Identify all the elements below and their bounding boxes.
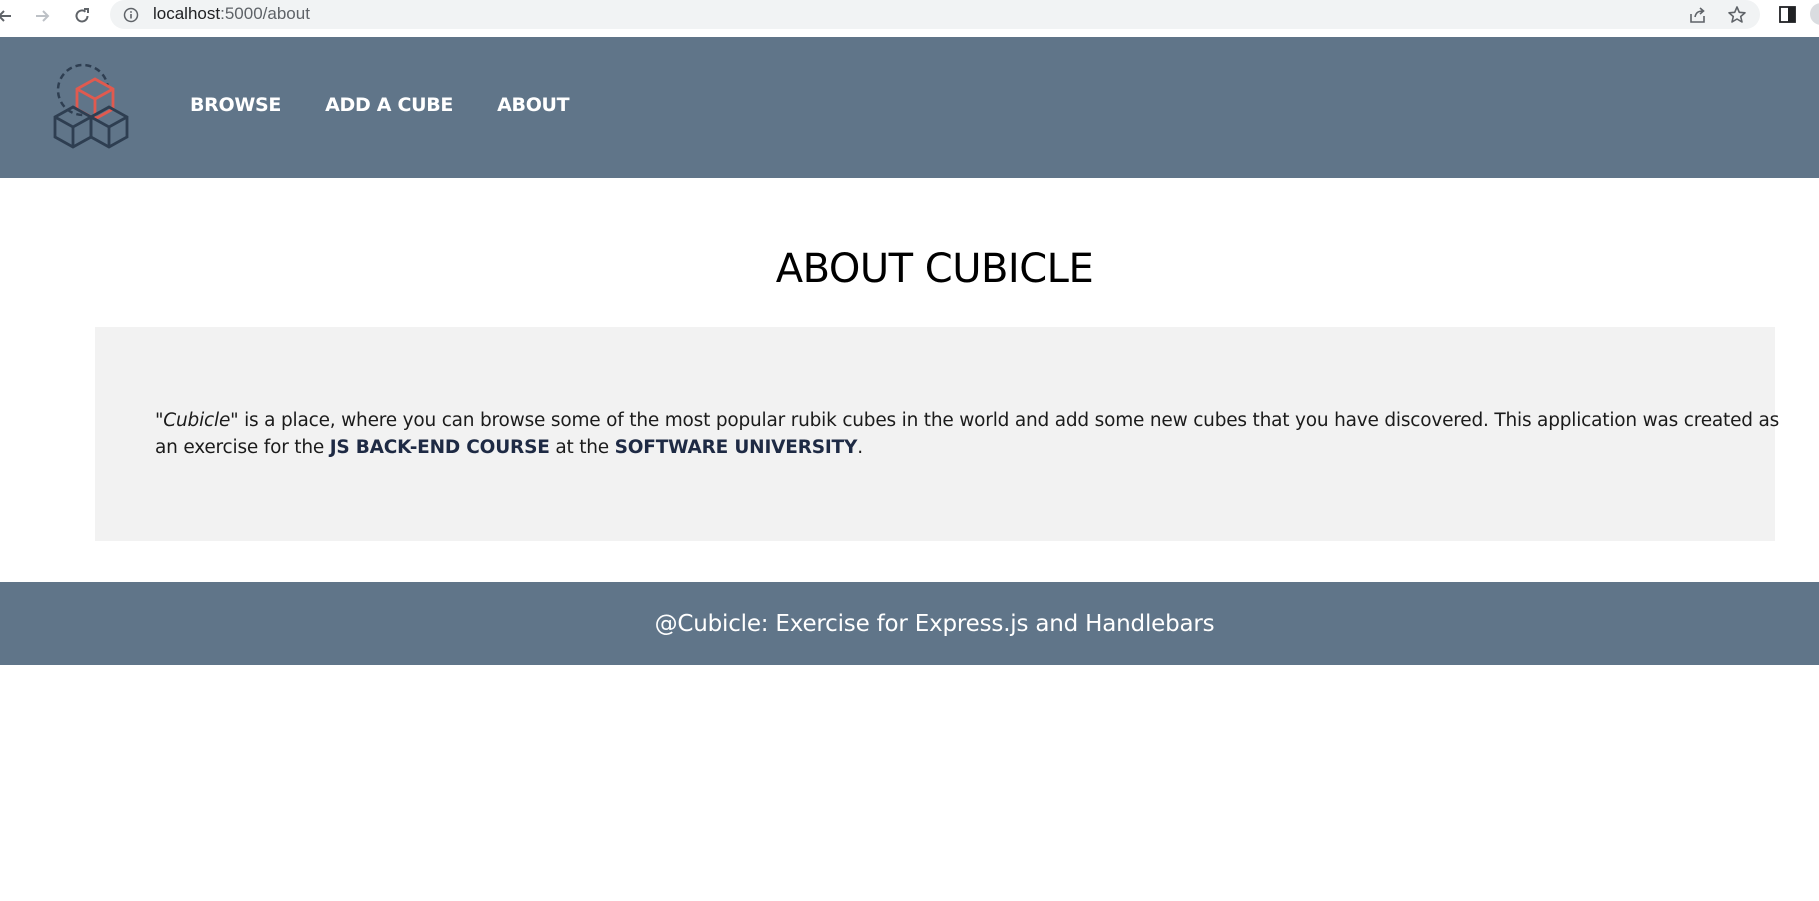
star-icon[interactable] [1726,4,1748,26]
about-content-box: "Cubicle" is a place, where you can brow… [95,327,1779,541]
footer-text: @Cubicle: Exercise for Express.js and Ha… [654,610,1215,637]
url-host: localhost [153,4,221,23]
info-icon[interactable] [123,7,139,23]
site-footer: @Cubicle: Exercise for Express.js and Ha… [0,582,1819,665]
university-name: SOFTWARE UNIVERSITY [614,437,858,458]
share-icon[interactable] [1687,4,1709,26]
url-path: :5000/about [220,4,310,23]
site-header: BROWSE ADD A CUBE ABOUT [0,37,1819,178]
side-panel-icon[interactable] [1777,4,1799,26]
nav-link-browse[interactable]: BROWSE [190,94,281,116]
nav-link-about[interactable]: ABOUT [497,94,570,116]
forward-button[interactable] [27,1,57,31]
page-title: ABOUT CUBICLE [775,246,1094,292]
browser-toolbar: localhost:5000/about [0,0,1819,32]
forward-arrow-icon [36,10,50,22]
nav-link-add-a-cube[interactable]: ADD A CUBE [325,94,453,116]
course-name: JS BACK-END COURSE [329,437,550,458]
reload-button[interactable] [67,1,97,31]
cubicle-logo-icon[interactable] [53,63,137,149]
profile-avatar[interactable] [1810,3,1819,25]
main-nav: BROWSE ADD A CUBE ABOUT [190,94,613,116]
about-text-3: . [857,437,863,458]
about-text-2: at the [549,437,615,458]
about-paragraph: "Cubicle" is a place, where you can brow… [155,407,1795,461]
address-bar[interactable]: localhost:5000/about [110,0,1760,29]
url-text[interactable]: localhost:5000/about [153,4,310,24]
cubicle-quote: "Cubicle" [155,410,239,431]
reload-icon [75,8,89,23]
back-button[interactable] [0,1,20,31]
back-arrow-icon [0,10,11,22]
